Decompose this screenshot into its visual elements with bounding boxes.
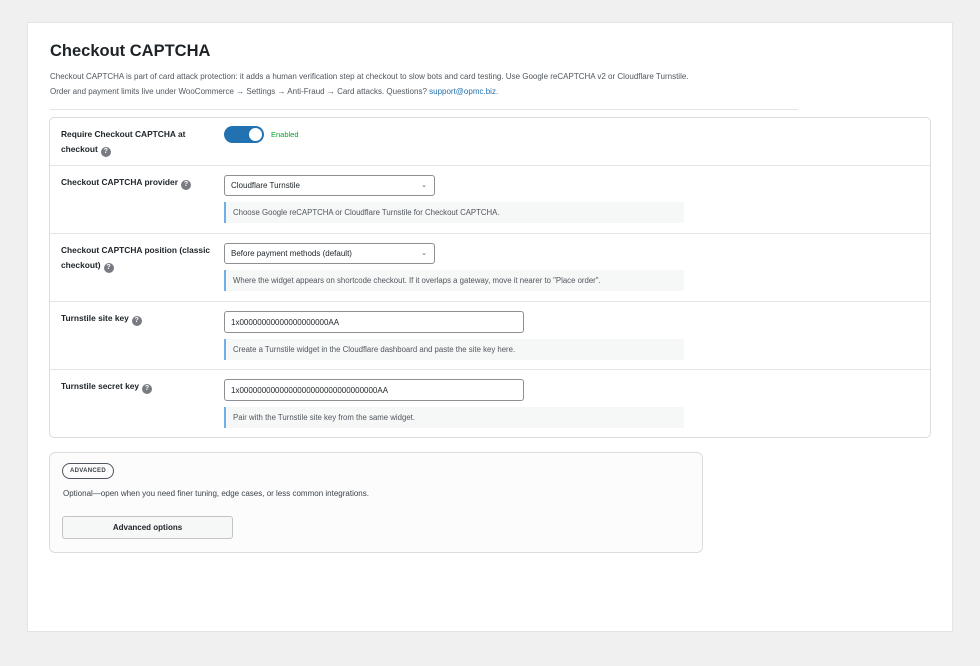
advanced-panel: ADVANCED Optional—open when you need fin… [49, 452, 703, 553]
intro-divider [50, 109, 798, 110]
intro-line-2-suffix: . [495, 87, 499, 96]
setting-row-site-key: Turnstile site key? Create a Turnstile w… [50, 302, 930, 370]
site-key-label-text: Turnstile site key [61, 313, 129, 323]
secret-key-hint: Pair with the Turnstile site key from th… [224, 407, 684, 428]
toggle-state-label: Enabled [271, 130, 299, 139]
provider-select[interactable]: Cloudflare Turnstile ⌄ [224, 175, 435, 196]
setting-row-require: Require Checkout CAPTCHA at checkout? En… [50, 118, 930, 166]
position-label-text: Checkout CAPTCHA position (classic check… [61, 245, 211, 270]
intro-line-2: Order and payment limits live under WooC… [50, 84, 810, 99]
toggle-knob [249, 128, 262, 141]
secret-key-label: Turnstile secret key? [61, 379, 211, 394]
settings-table: Require Checkout CAPTCHA at checkout? En… [49, 117, 931, 438]
advanced-description: Optional—open when you need finer tuning… [63, 489, 369, 498]
setting-row-secret-key: Turnstile secret key? Pair with the Turn… [50, 370, 930, 438]
position-hint: Where the widget appears on shortcode ch… [224, 270, 684, 291]
site-key-label: Turnstile site key? [61, 311, 211, 326]
question-circle-icon[interactable]: ? [103, 263, 114, 273]
advanced-badge: ADVANCED [62, 463, 114, 479]
require-captcha-toggle[interactable] [224, 126, 264, 143]
position-select[interactable]: Before payment methods (default) ⌄ [224, 243, 435, 264]
secret-key-label-text: Turnstile secret key [61, 381, 140, 391]
provider-label: Checkout CAPTCHA provider? [61, 175, 211, 190]
question-circle-icon[interactable]: ? [131, 316, 142, 326]
site-key-input[interactable] [224, 311, 524, 333]
support-email-link[interactable]: support@opmc.biz [429, 87, 496, 96]
provider-selected-value: Cloudflare Turnstile [231, 181, 300, 190]
page-intro: Checkout CAPTCHA is part of card attack … [50, 69, 810, 99]
site-key-hint: Create a Turnstile widget in the Cloudfl… [224, 339, 684, 360]
question-circle-icon[interactable]: ? [180, 180, 191, 190]
setting-row-provider: Checkout CAPTCHA provider? Cloudflare Tu… [50, 166, 930, 234]
provider-hint: Choose Google reCAPTCHA or Cloudflare Tu… [224, 202, 684, 223]
advanced-options-button[interactable]: Advanced options [62, 516, 233, 539]
chevron-down-icon: ⌄ [421, 182, 427, 189]
position-selected-value: Before payment methods (default) [231, 249, 352, 258]
chevron-down-icon: ⌄ [421, 250, 427, 257]
secret-key-input[interactable] [224, 379, 524, 401]
page-title: Checkout CAPTCHA [50, 42, 211, 60]
require-label-text: Require Checkout CAPTCHA at checkout [61, 129, 186, 154]
intro-line-1: Checkout CAPTCHA is part of card attack … [50, 72, 689, 81]
setting-row-position: Checkout CAPTCHA position (classic check… [50, 234, 930, 302]
require-label: Require Checkout CAPTCHA at checkout? [61, 127, 211, 157]
provider-label-text: Checkout CAPTCHA provider [61, 177, 178, 187]
intro-line-2-text: Order and payment limits live under WooC… [50, 87, 430, 96]
question-circle-icon[interactable]: ? [100, 147, 111, 157]
position-label: Checkout CAPTCHA position (classic check… [61, 243, 211, 273]
question-circle-icon[interactable]: ? [142, 384, 153, 394]
